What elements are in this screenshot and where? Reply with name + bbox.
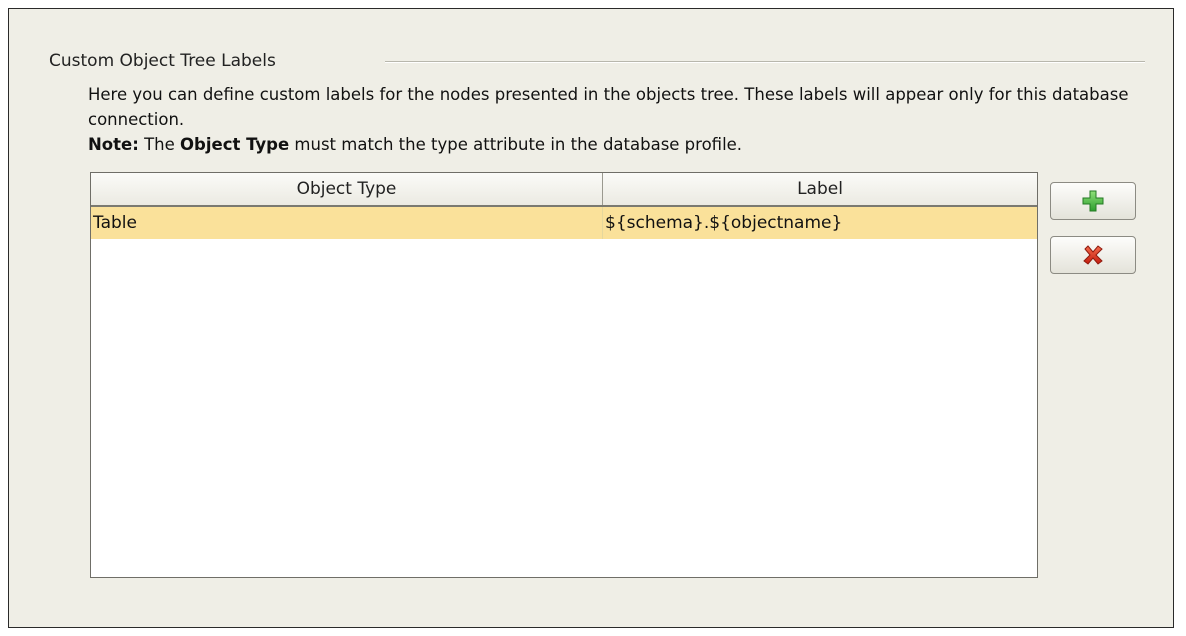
note-text-1: The [138, 135, 181, 154]
note-emphasis: Object Type [180, 135, 290, 154]
cell-object-type[interactable]: Table [91, 207, 603, 239]
add-row-button[interactable] [1050, 182, 1136, 220]
labels-table[interactable]: Object Type Label Table ${schema}.${obje… [90, 172, 1038, 578]
section-divider [385, 61, 1145, 63]
plus-icon [1082, 190, 1104, 212]
red-x-icon [1082, 244, 1104, 266]
table-header: Object Type Label [91, 173, 1037, 207]
note-text: Note: The Object Type must match the typ… [88, 132, 1148, 157]
note-prefix: Note: [88, 135, 139, 154]
note-text-2: must match the type attribute in the dat… [289, 135, 743, 154]
column-header-label[interactable]: Label [603, 173, 1037, 205]
remove-row-button[interactable] [1050, 236, 1136, 274]
description-text: Here you can define custom labels for th… [88, 85, 1129, 129]
group-header: Custom Object Tree Labels [49, 49, 1145, 73]
description: Here you can define custom labels for th… [88, 82, 1148, 157]
column-header-object-type[interactable]: Object Type [91, 173, 603, 205]
section-title: Custom Object Tree Labels [49, 51, 276, 71]
table-row[interactable]: Table ${schema}.${objectname} [91, 207, 1037, 239]
cell-label[interactable]: ${schema}.${objectname} [603, 207, 1037, 239]
